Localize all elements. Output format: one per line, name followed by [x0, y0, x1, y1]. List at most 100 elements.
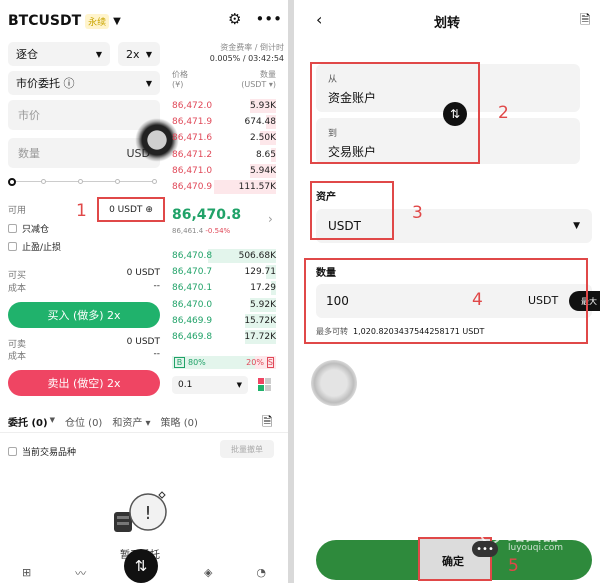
- row-price: 86,469.9: [172, 315, 213, 326]
- available-balance-highlight[interactable]: 0 USDT ⊕: [97, 197, 165, 222]
- margin-mode-value: 逐仓: [16, 48, 38, 61]
- sell-ratio: 20% S: [246, 356, 276, 369]
- cost-label: 成本: [8, 284, 27, 294]
- trade-fab-icon[interactable]: ⇅: [124, 549, 158, 583]
- nav-discover-icon[interactable]: ◈: [204, 566, 212, 579]
- chevron-down-icon: ▼: [95, 49, 102, 59]
- nav-markets-icon[interactable]: 〰: [75, 565, 86, 581]
- row-qty: 5.93K: [250, 101, 276, 111]
- row-qty: 15.72K: [244, 315, 276, 326]
- row-price: 86,471.0: [172, 165, 213, 176]
- row-qty: 129.71: [244, 267, 277, 278]
- nav-home-icon[interactable]: ⊞: [22, 566, 31, 579]
- sell-tag: S: [266, 357, 274, 368]
- row-qty: 674.48: [244, 117, 277, 128]
- buy-long-button[interactable]: 买入 (做多) 2x: [8, 302, 160, 328]
- empty-orders-icon: !: [114, 491, 167, 532]
- pair-title: BTCUSDT: [8, 13, 82, 29]
- slider-tick[interactable]: [152, 179, 157, 184]
- reduce-only-checkbox[interactable]: 只减仓: [8, 222, 49, 235]
- price-input[interactable]: 市价: [8, 100, 160, 130]
- add-funds-icon[interactable]: ⊕: [145, 205, 153, 215]
- tab-strategy[interactable]: 策略 (0): [161, 414, 198, 429]
- ask-row[interactable]: 86,471.2 8.65: [172, 147, 276, 163]
- available-label: 可用: [8, 206, 27, 216]
- watermark-text: 路由器: [508, 525, 559, 545]
- row-price: 86,470.1: [172, 283, 213, 294]
- leverage-dropdown[interactable]: 2x ▼: [118, 42, 160, 66]
- annotation-number: 5: [508, 556, 519, 576]
- swap-accounts-icon[interactable]: ⇅: [443, 102, 467, 126]
- row-price: 86,471.6: [172, 133, 213, 144]
- quantity-slider[interactable]: [8, 178, 158, 186]
- tab-orders[interactable]: 委托 (0): [8, 414, 48, 429]
- row-qty: 2.50K: [250, 133, 276, 144]
- pair-selector[interactable]: BTCUSDT 永续 ▼: [8, 10, 121, 32]
- svg-text:!: !: [144, 503, 151, 524]
- row-qty: 111.57K: [238, 182, 276, 192]
- confirm-button[interactable]: 确定: [442, 553, 464, 569]
- qty-header: 数量: [260, 70, 276, 79]
- slider-tick[interactable]: [78, 179, 83, 184]
- bid-row[interactable]: 86,469.9 15.72K: [172, 313, 276, 329]
- buy-ratio-value: 80%: [188, 358, 206, 367]
- slider-tick[interactable]: [115, 179, 120, 184]
- bid-row[interactable]: 86,470.0 5.92K: [172, 297, 276, 313]
- bid-row[interactable]: 86,470.8 506.68K: [172, 248, 276, 264]
- orderbook-header: 价格 (¥) 数量 (USDT ▾): [172, 70, 276, 90]
- row-qty: 5.92K: [250, 299, 276, 310]
- bid-row[interactable]: 86,469.8 17.72K: [172, 329, 276, 345]
- price-change: -0.54%: [205, 227, 231, 235]
- watermark: 路由器 luyouqi.com: [480, 518, 590, 562]
- price-unit: (¥): [172, 80, 184, 89]
- row-price: 86,470.0: [172, 299, 213, 310]
- qty-unit-selector[interactable]: (USDT ▾): [241, 80, 276, 90]
- tab-positions[interactable]: 仓位 (0): [65, 414, 102, 429]
- watermark-url: luyouqi.com: [508, 543, 564, 553]
- buy-sell-ratio: B 80% 20% S: [172, 356, 276, 369]
- current-pair-checkbox[interactable]: 当前交易品种: [8, 445, 76, 458]
- chart-settings-icon[interactable]: ⚙: [228, 10, 241, 28]
- last-price: 86,470.8: [172, 207, 242, 223]
- bid-row[interactable]: 86,470.1 17.29: [172, 280, 276, 296]
- annotation-number: 2: [498, 103, 509, 123]
- row-price: 86,471.9: [172, 117, 213, 128]
- mark-price: 86,461.4: [172, 227, 204, 235]
- page-title: 划转: [433, 16, 460, 31]
- sell-ratio-value: 20%: [246, 358, 264, 367]
- ask-row[interactable]: 86,471.6 2.50K: [172, 130, 276, 146]
- more-dots-icon[interactable]: •••: [472, 541, 498, 557]
- ask-row[interactable]: 86,470.9 111.57K: [172, 179, 276, 195]
- chevron-down-icon: ▼: [49, 416, 55, 424]
- funding-value: 0.005% / 03:42:54: [209, 54, 284, 63]
- annotation-number: 4: [472, 290, 483, 310]
- order-type-dropdown[interactable]: 市价委托 ⓘ ▼: [8, 71, 160, 95]
- ask-row[interactable]: 86,471.9 674.48: [172, 114, 276, 130]
- perpetual-badge: 永续: [85, 13, 110, 29]
- margin-mode-dropdown[interactable]: 逐仓 ▼: [8, 42, 110, 66]
- checkbox-icon: [8, 224, 17, 233]
- batch-cancel-button[interactable]: 批量撤单: [220, 440, 274, 458]
- orderbook-layout-icon[interactable]: [258, 378, 272, 392]
- row-qty: 17.72K: [244, 332, 276, 342]
- row-qty: 8.65: [255, 149, 276, 160]
- can-buy-value: 0 USDT: [126, 268, 160, 278]
- chevron-right-icon[interactable]: ›: [268, 212, 273, 226]
- depth-dropdown[interactable]: 0.1 ▼: [172, 376, 248, 394]
- more-icon[interactable]: •••: [255, 10, 282, 28]
- transfer-history-icon[interactable]: 🗎: [580, 11, 590, 33]
- cost-value: --: [153, 281, 161, 291]
- ask-row[interactable]: 86,471.0 5.94K: [172, 163, 276, 179]
- ask-row[interactable]: 86,472.0 5.93K: [172, 98, 276, 114]
- slider-handle[interactable]: [8, 178, 16, 186]
- can-buy-label: 可买: [8, 271, 27, 281]
- available-value: 0 USDT: [109, 204, 143, 215]
- bid-row[interactable]: 86,470.7 129.71: [172, 264, 276, 280]
- chevron-down-icon: ▼: [145, 78, 152, 88]
- nav-assets-icon[interactable]: ◔: [256, 566, 266, 579]
- tab-assets[interactable]: 和资产 ▾: [112, 414, 150, 429]
- tp-sl-checkbox[interactable]: 止盈/止损: [8, 240, 61, 253]
- slider-tick[interactable]: [41, 179, 46, 184]
- sell-short-button[interactable]: 卖出 (做空) 2x: [8, 370, 160, 396]
- chevron-down-icon: ▼: [573, 221, 580, 231]
